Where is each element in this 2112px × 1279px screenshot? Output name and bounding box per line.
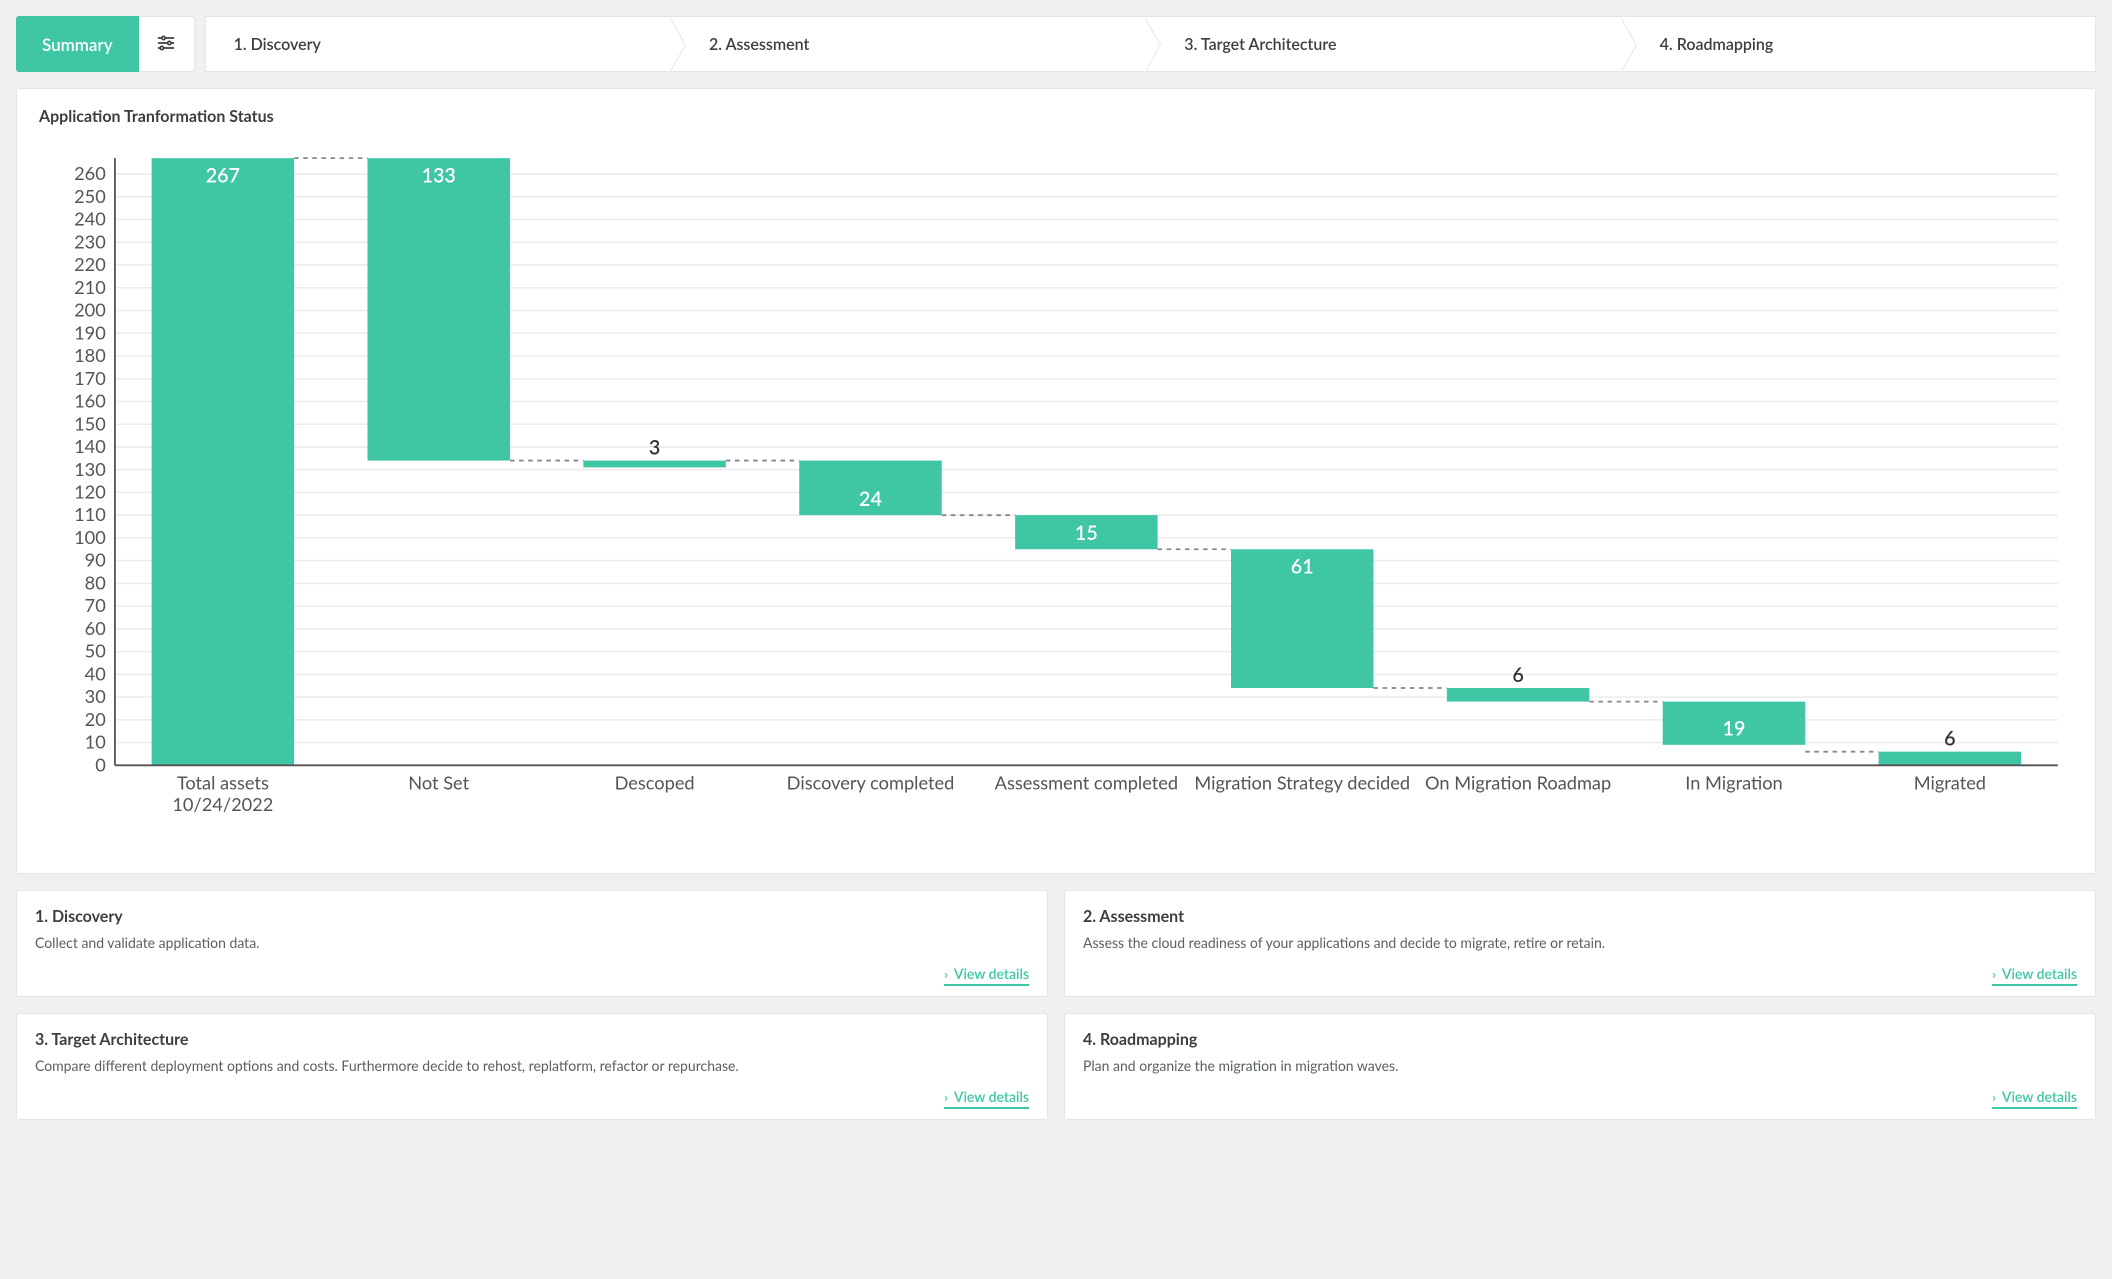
svg-text:10: 10 [85,731,107,753]
svg-text:140: 140 [74,435,106,457]
card-desc: Plan and organize the migration in migra… [1083,1057,2077,1074]
card-desc: Collect and validate application data. [35,934,1029,951]
card-desc: Assess the cloud readiness of your appli… [1083,934,2077,951]
summary-tab-group: Summary [16,16,195,72]
view-details-link[interactable]: › View details [944,1088,1029,1109]
svg-text:230: 230 [74,230,106,252]
svg-text:19: 19 [1723,718,1746,741]
view-details-link[interactable]: › View details [944,965,1029,986]
svg-text:10/24/2022: 10/24/2022 [172,793,273,815]
svg-text:110: 110 [74,503,106,525]
card-target-architecture: 3. Target Architecture Compare different… [16,1013,1048,1120]
svg-text:150: 150 [74,412,106,434]
svg-text:260: 260 [74,162,106,184]
svg-text:3: 3 [649,437,660,460]
view-details-label: View details [954,1088,1029,1105]
chart-card: Application Tranformation Status 0102030… [16,88,2096,874]
svg-text:20: 20 [85,708,107,730]
tab-discovery[interactable]: 1. Discovery [205,16,669,72]
waterfall-chart: 0102030405060708090100110120130140150160… [39,146,2073,859]
chart-area: 0102030405060708090100110120130140150160… [39,146,2073,859]
svg-text:267: 267 [206,164,240,187]
svg-text:In Migration: In Migration [1685,772,1782,794]
page-root: Summary 1. Discovery 2. Assessment [0,0,2112,1136]
step-cards-grid: 1. Discovery Collect and validate applic… [16,890,2096,1120]
svg-text:Total assets: Total assets [177,772,269,794]
svg-text:Migration Strategy decided: Migration Strategy decided [1194,772,1410,794]
svg-text:190: 190 [74,321,106,343]
chart-title: Application Tranformation Status [39,107,2073,126]
card-desc: Compare different deployment options and… [35,1057,1029,1074]
card-roadmapping: 4. Roadmapping Plan and organize the mig… [1064,1013,2096,1120]
svg-text:210: 210 [74,276,106,298]
summary-tab[interactable]: Summary [16,16,139,72]
card-discovery: 1. Discovery Collect and validate applic… [16,890,1048,997]
svg-text:200: 200 [74,299,106,321]
svg-text:0: 0 [95,753,106,775]
svg-text:6: 6 [1512,664,1523,687]
chevron-right-icon: › [944,966,948,982]
svg-text:61: 61 [1291,556,1314,579]
view-details-link[interactable]: › View details [1992,965,2077,986]
svg-text:Discovery completed: Discovery completed [787,772,955,794]
svg-text:On Migration Roadmap: On Migration Roadmap [1425,772,1611,794]
svg-text:240: 240 [74,208,106,230]
svg-text:170: 170 [74,367,106,389]
tab-label: 3. Target Architecture [1184,35,1336,54]
filter-button[interactable] [139,16,195,72]
view-details-link[interactable]: › View details [1992,1088,2077,1109]
svg-text:50: 50 [85,640,107,662]
svg-text:250: 250 [74,185,106,207]
view-details-label: View details [2002,965,2077,982]
svg-text:60: 60 [85,617,107,639]
tab-label: 2. Assessment [709,35,809,54]
summary-tab-label: Summary [42,34,113,55]
top-tabs: Summary 1. Discovery 2. Assessment [16,16,2096,72]
chevron-right-icon: › [1992,966,1996,982]
svg-text:220: 220 [74,253,106,275]
card-title: 2. Assessment [1083,907,2077,926]
svg-text:24: 24 [859,488,882,511]
svg-text:Migrated: Migrated [1914,772,1986,794]
card-title: 4. Roadmapping [1083,1030,2077,1049]
svg-text:15: 15 [1075,522,1098,545]
card-title: 1. Discovery [35,907,1029,926]
svg-text:90: 90 [85,549,107,571]
chevron-right-icon: › [1992,1089,1996,1105]
svg-text:6: 6 [1944,728,1955,751]
svg-text:40: 40 [85,662,107,684]
svg-text:100: 100 [74,526,106,548]
tab-assessment[interactable]: 2. Assessment [669,16,1144,72]
svg-text:180: 180 [74,344,106,366]
view-details-label: View details [954,965,1029,982]
svg-text:80: 80 [85,571,107,593]
tab-label: 4. Roadmapping [1660,35,1774,54]
svg-text:160: 160 [74,390,106,412]
step-tabs: 1. Discovery 2. Assessment 3. Target Arc… [205,16,2096,72]
svg-text:Not Set: Not Set [408,772,469,794]
tab-roadmapping[interactable]: 4. Roadmapping [1620,16,2096,72]
svg-text:30: 30 [85,685,107,707]
svg-text:70: 70 [85,594,107,616]
svg-text:Descoped: Descoped [615,772,695,794]
card-title: 3. Target Architecture [35,1030,1029,1049]
filter-icon [156,33,176,56]
svg-text:130: 130 [74,458,106,480]
card-assessment: 2. Assessment Assess the cloud readiness… [1064,890,2096,997]
tab-target-architecture[interactable]: 3. Target Architecture [1144,16,1619,72]
svg-text:120: 120 [74,480,106,502]
svg-text:133: 133 [422,164,456,187]
tab-label: 1. Discovery [234,35,321,54]
view-details-label: View details [2002,1088,2077,1105]
svg-text:Assessment completed: Assessment completed [995,772,1178,794]
chevron-right-icon: › [944,1089,948,1105]
